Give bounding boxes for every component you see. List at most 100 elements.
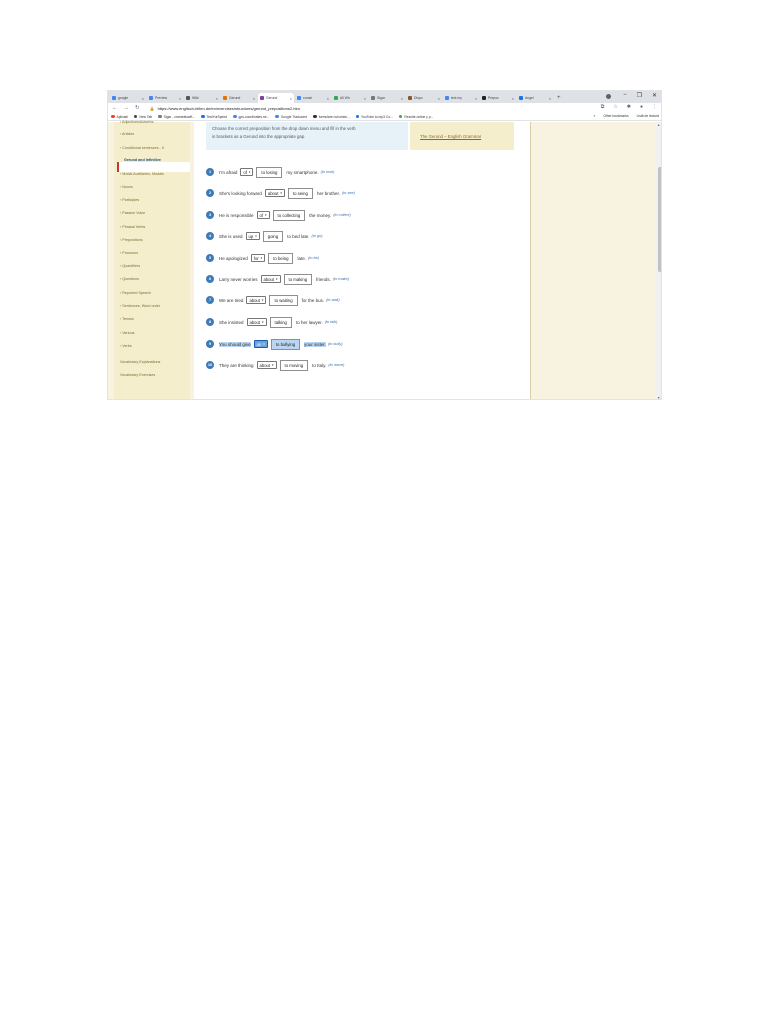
star-icon[interactable]: ☆ [613,104,617,110]
browser-tab-12[interactable]: Angel × [517,93,553,103]
bookmark-item[interactable]: Aplicații [111,115,128,119]
exercise-row: 7 We are tired about ▾ to waiting for the bus… [206,293,340,307]
sidebar-item[interactable]: › Pronouns [120,251,138,255]
preposition-select[interactable]: about ▾ [246,318,267,326]
gerund-input[interactable]: to moving [279,359,309,371]
preposition-select[interactable]: of ▾ [256,211,270,219]
preposition-select[interactable]: about ▾ [246,296,267,304]
preposition-select[interactable]: up ▾ [245,232,260,240]
sidebar-item[interactable]: › Various [120,331,134,335]
browser-tab-11[interactable]: Prepoz × [480,93,516,103]
sidebar-item[interactable]: › Questions [120,277,139,281]
bookmark-item[interactable]: formulare.ro/comisi... [313,115,350,119]
minimize-icon[interactable]: − [623,92,627,99]
browser-tab-10[interactable]: text my × [443,93,479,103]
profile-icon[interactable]: ● [640,104,643,110]
tab-close-icon[interactable]: × [512,96,514,101]
browser-tab-5[interactable]: Gerund × [258,93,294,103]
sidebar-item[interactable]: › Participles [120,198,139,202]
tab-close-icon[interactable]: × [253,96,255,101]
bookmark-item[interactable]: gps-coordinates.ne... [233,115,269,119]
gerund-input[interactable]: to being [268,252,294,264]
sidebar-item[interactable]: › Articles [120,132,134,136]
sidebar-item[interactable]: › Nouns [120,185,133,189]
other-bookmarks-folder[interactable]: Other bookmarks [603,114,628,118]
bookmark-item[interactable]: Rezulte online y p... [398,115,433,119]
reload-icon[interactable]: ↻ [135,105,140,111]
preposition-select[interactable]: for ▾ [250,254,266,262]
tab-close-icon[interactable]: × [290,96,292,101]
sidebar-item[interactable]: › Reported Speech [120,291,151,295]
exercise-number: 1 [206,168,214,176]
tab-close-icon[interactable]: × [475,96,477,101]
extensions-icon[interactable]: ✱ [627,104,631,110]
browser-tab-1[interactable]: google × [110,93,146,103]
scroll-thumb[interactable] [657,167,661,272]
preposition-select[interactable]: of ▾ [240,168,254,176]
bookmarks-more-button[interactable]: » [594,114,596,118]
browser-tab-7[interactable]: All Wh × [332,93,368,103]
sidebar-item[interactable]: › Tenses [120,317,134,321]
bookmark-item[interactable]: Google Traducere [275,115,307,119]
preposition-select[interactable]: about ▾ [264,189,285,197]
sidebar-item[interactable]: › Prepositions [120,238,143,242]
new-tab-button[interactable]: + [557,93,561,103]
forward-icon[interactable]: → [124,105,130,111]
window-controls: − ❐ ✕ [623,92,657,99]
gerund-input[interactable]: to losing [256,166,283,178]
gerund-grammar-link[interactable]: The Gerund – English Grammar [420,134,481,139]
url-field[interactable]: 🔒 https://www.englisch-hilfen.de/en/exer… [150,106,300,111]
sidebar-item[interactable]: Vocabulary Exercises [120,373,155,377]
bookmark-item[interactable]: New Tab [133,115,152,119]
browser-tab-6[interactable]: constr × [295,93,331,103]
gerund-input[interactable]: to bullying [270,338,301,350]
browser-tab-9[interactable]: Dispo × [406,93,442,103]
tab-close-icon[interactable]: × [364,96,366,101]
instructions-box: Choose the correct preposition from the … [206,122,408,150]
sidebar-item[interactable]: › Modal Auxiliaries, Modals [120,172,164,176]
account-icon[interactable] [606,94,611,99]
browser-tab-3[interactable]: Wikt × [184,93,220,103]
sidebar-item[interactable]: › Passive Voice [120,211,145,215]
gerund-input[interactable]: to making [283,273,313,285]
preposition-select[interactable]: about ▾ [260,275,281,283]
gerund-input[interactable]: talking [269,316,292,328]
close-window-icon[interactable]: ✕ [652,92,657,99]
tab-close-icon[interactable]: × [549,96,551,101]
bookmark-item[interactable]: TestYurSpeed [201,115,227,119]
translate-icon[interactable]: ⧉ [601,104,605,110]
sidebar-item[interactable]: › Sentences, Word order [120,304,160,308]
preposition-select[interactable]: about ▾ [256,361,277,369]
gerund-input[interactable]: to collecting [272,209,306,221]
tab-favicon-icon [149,96,153,100]
restore-icon[interactable]: ❐ [637,92,642,99]
browser-tab-4[interactable]: Gerund × [221,93,257,103]
tab-close-icon[interactable]: × [438,96,440,101]
bookmark-item[interactable]: YouTube to mp3 Co... [355,115,393,119]
tab-close-icon[interactable]: × [327,96,329,101]
scroll-down-icon[interactable]: ▼ [657,396,660,399]
sidebar-item[interactable]: › Adjectives/Adverbs [120,120,153,124]
scrollbar[interactable]: ▲ ▼ [656,122,661,399]
gerund-input[interactable]: to waiting [269,294,298,306]
sidebar-item[interactable]: › Phrasal Verbs [120,225,145,229]
sidebar-item[interactable]: › Conditional sentences - if [120,146,164,150]
gerund-input[interactable]: going [262,230,284,242]
tab-close-icon[interactable]: × [401,96,403,101]
sidebar-item[interactable]: › Quantifiers [120,264,140,268]
reading-list-button[interactable]: Listă de lectură [637,114,659,118]
browser-tab-2[interactable]: Preview × [147,93,183,103]
scroll-up-icon[interactable]: ▲ [657,123,660,127]
bookmark-item[interactable]: Sigar - crameatowft... [158,115,195,119]
browser-tab-8[interactable]: Sigar × [369,93,405,103]
menu-icon[interactable]: ⋮ [652,104,657,110]
sidebar-item[interactable]: Vocabulary Explanations [120,360,160,364]
tab-close-icon[interactable]: × [179,96,181,101]
gerund-input[interactable]: to seing [287,187,313,199]
sidebar-item[interactable]: › Verbs [120,344,132,348]
preposition-select[interactable]: on ▾ [253,340,268,348]
sidebar-item[interactable]: Gerund and Infinitive [124,158,161,162]
tab-close-icon[interactable]: × [142,96,144,101]
back-icon[interactable]: ← [112,105,118,111]
tab-close-icon[interactable]: × [216,96,218,101]
